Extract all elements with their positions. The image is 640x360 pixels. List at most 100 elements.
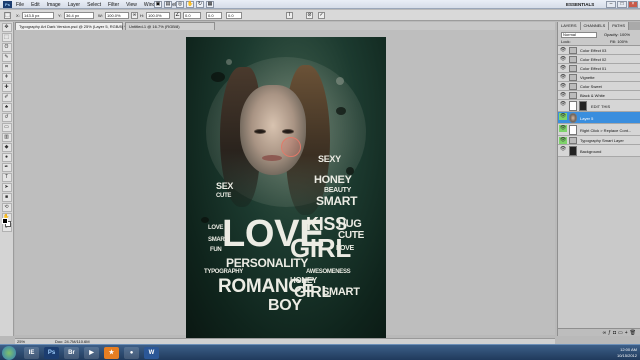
maximize-icon[interactable]: □	[617, 1, 627, 8]
menu-layer[interactable]: Layer	[68, 2, 81, 8]
cancel-transform-icon[interactable]: ⊘	[306, 12, 313, 19]
height-percent-field[interactable]: 100.0%	[146, 12, 170, 19]
gradient-tool-icon[interactable]: ▥	[1, 133, 12, 142]
brush-tool-icon[interactable]: ✐	[1, 93, 12, 102]
eraser-tool-icon[interactable]: ▭	[1, 123, 12, 132]
photoshop-logo: Ps	[3, 1, 12, 8]
taskbar-app-photoshop[interactable]: Ps	[44, 347, 59, 359]
menu-image[interactable]: Image	[47, 2, 61, 8]
tab-channels[interactable]: CHANNELS	[580, 22, 610, 30]
eyedropper-tool-icon[interactable]: ǂ	[1, 73, 12, 82]
menu-bar: Ps File Edit Image Layer Select Filter V…	[0, 0, 640, 9]
commit-transform-icon[interactable]: ✓	[318, 12, 325, 19]
canvas-area[interactable]: SEXY HONEY BEAUTY SMART SEX CUTE LOVE KI…	[15, 30, 555, 338]
eye-icon[interactable]: 👁	[559, 146, 567, 153]
layer-row[interactable]: 👁 Typography Smart Layer	[558, 136, 640, 145]
menu-edit[interactable]: Edit	[31, 2, 40, 8]
ink-splatter	[201, 217, 209, 223]
taskbar-app-bridge[interactable]: Br	[64, 347, 79, 359]
blend-mode-select[interactable]: Normal	[561, 32, 597, 38]
eye-icon[interactable]: 👁	[559, 113, 567, 120]
angle-field[interactable]: 0.0	[183, 12, 201, 19]
path-selection-tool-icon[interactable]: ➤	[1, 183, 12, 192]
layer-row-selected[interactable]: 👁 Layer 5	[558, 112, 640, 124]
layer-row[interactable]: 👁 Color Effect 01	[558, 64, 640, 73]
eye-icon[interactable]: 👁	[559, 47, 567, 54]
crop-tool-icon[interactable]: ⌗	[1, 63, 12, 72]
link-icon[interactable]: ∞	[131, 12, 138, 19]
taskbar-app-media[interactable]: ▶	[84, 347, 99, 359]
quick-select-tool-icon[interactable]: ✎	[1, 53, 12, 62]
healing-brush-tool-icon[interactable]: ✚	[1, 83, 12, 92]
lock-label: Lock:	[561, 39, 571, 44]
clone-stamp-tool-icon[interactable]: ♣	[1, 103, 12, 112]
eye-icon[interactable]: 👁	[559, 125, 567, 132]
eye-icon[interactable]: 👁	[559, 83, 567, 90]
layer-row[interactable]: 👁 Right Click > Replace Cont...	[558, 124, 640, 136]
width-field[interactable]: 143.5 px	[22, 12, 54, 19]
word: TYPOGRAPHY	[204, 269, 244, 275]
menu-filter[interactable]: Filter	[108, 2, 119, 8]
layer-row[interactable]: 👁 Color Effect 03	[558, 46, 640, 55]
trash-icon[interactable]: 🗑	[630, 330, 638, 336]
eye-icon[interactable]: 👁	[559, 74, 567, 81]
history-brush-tool-icon[interactable]: ↺	[1, 113, 12, 122]
tab-untitled[interactable]: Untitled-1 @ 16.7% (RGB/8)	[125, 22, 215, 30]
skew-v-field[interactable]: 0.0	[226, 12, 242, 19]
taskbar-app-chrome[interactable]: ●	[124, 347, 139, 359]
taskbar-app-ie[interactable]: IE	[24, 347, 39, 359]
skew-h-field[interactable]: 0.0	[206, 12, 222, 19]
layer-name: Typography Smart Layer	[580, 138, 624, 143]
eye-icon[interactable]: 👁	[559, 92, 567, 99]
eye-icon[interactable]: 👁	[559, 65, 567, 72]
eye-icon[interactable]: 👁	[559, 56, 567, 63]
dodge-tool-icon[interactable]: ●	[1, 153, 12, 162]
layer-row[interactable]: 👁 Color Effect 02	[558, 55, 640, 64]
new-group-icon[interactable]: ▭	[618, 330, 625, 336]
layer-row[interactable]: 👁 EDIT THIS	[558, 100, 640, 112]
start-button[interactable]	[2, 346, 16, 360]
warp-icon[interactable]: ⌇	[286, 12, 293, 19]
menu-file[interactable]: File	[16, 2, 24, 8]
type-tool-icon[interactable]: T	[1, 173, 12, 182]
layer-row[interactable]: 👁 Background	[558, 145, 640, 157]
bridge-icon[interactable]: ▣	[154, 1, 162, 8]
layer-row[interactable]: 👁 Color Sweet	[558, 82, 640, 91]
tab-typography-art[interactable]: Typography Art Dark Version.psd @ 25% (L…	[15, 22, 126, 30]
layer-row[interactable]: 👁 Black & White	[558, 91, 640, 100]
layer-row[interactable]: 👁 Vignette	[558, 73, 640, 82]
opacity-field[interactable]: Opacity: 100%	[604, 32, 630, 37]
lasso-tool-icon[interactable]: ʘ	[1, 43, 12, 52]
transform-tool-icon[interactable]: ⬚	[4, 12, 11, 19]
pen-tool-icon[interactable]: ✒	[1, 163, 12, 172]
taskbar-app-vlc[interactable]: ★	[104, 347, 119, 359]
mini-bridge-icon[interactable]: ▤	[164, 1, 172, 8]
move-tool-icon[interactable]: ✥	[1, 23, 12, 32]
workspace-switcher[interactable]: ESSENTIALS	[566, 2, 594, 7]
3d-rotate-tool-icon[interactable]: ⟲	[1, 203, 12, 212]
foreground-color-swatch[interactable]	[2, 218, 8, 224]
blur-tool-icon[interactable]: ◆	[1, 143, 12, 152]
artwork-canvas[interactable]: SEXY HONEY BEAUTY SMART SEX CUTE LOVE KI…	[186, 37, 386, 338]
layer-options: Normal Opacity: 100% Lock: Fill: 100%	[558, 30, 640, 46]
eye-icon[interactable]: 👁	[559, 137, 567, 144]
layer-name: Vignette	[580, 75, 595, 80]
marquee-tool-icon[interactable]: ⬚	[1, 33, 12, 42]
menu-view[interactable]: View	[126, 2, 137, 8]
zoom-level-icon[interactable]: ◎	[176, 1, 184, 8]
tab-paths[interactable]: PATHS	[609, 22, 630, 30]
eye-icon[interactable]: 👁	[559, 101, 567, 108]
menu-select[interactable]: Select	[87, 2, 101, 8]
height-field[interactable]: 36.4 px	[64, 12, 94, 19]
hand-tool-icon[interactable]: ✋	[186, 1, 194, 8]
tab-layers[interactable]: LAYERS	[558, 22, 581, 30]
arrange-documents-icon[interactable]: ▦	[206, 1, 214, 8]
folder-icon	[569, 92, 577, 99]
minimize-icon[interactable]: –	[606, 1, 616, 8]
width-percent-field[interactable]: 100.0%	[105, 12, 129, 19]
taskbar-app-word[interactable]: W	[144, 347, 159, 359]
rotate-view-icon[interactable]: ↻	[196, 1, 204, 8]
shape-tool-icon[interactable]: ■	[1, 193, 12, 202]
fill-field[interactable]: Fill: 100%	[610, 39, 628, 44]
close-icon[interactable]: ×	[628, 1, 638, 8]
